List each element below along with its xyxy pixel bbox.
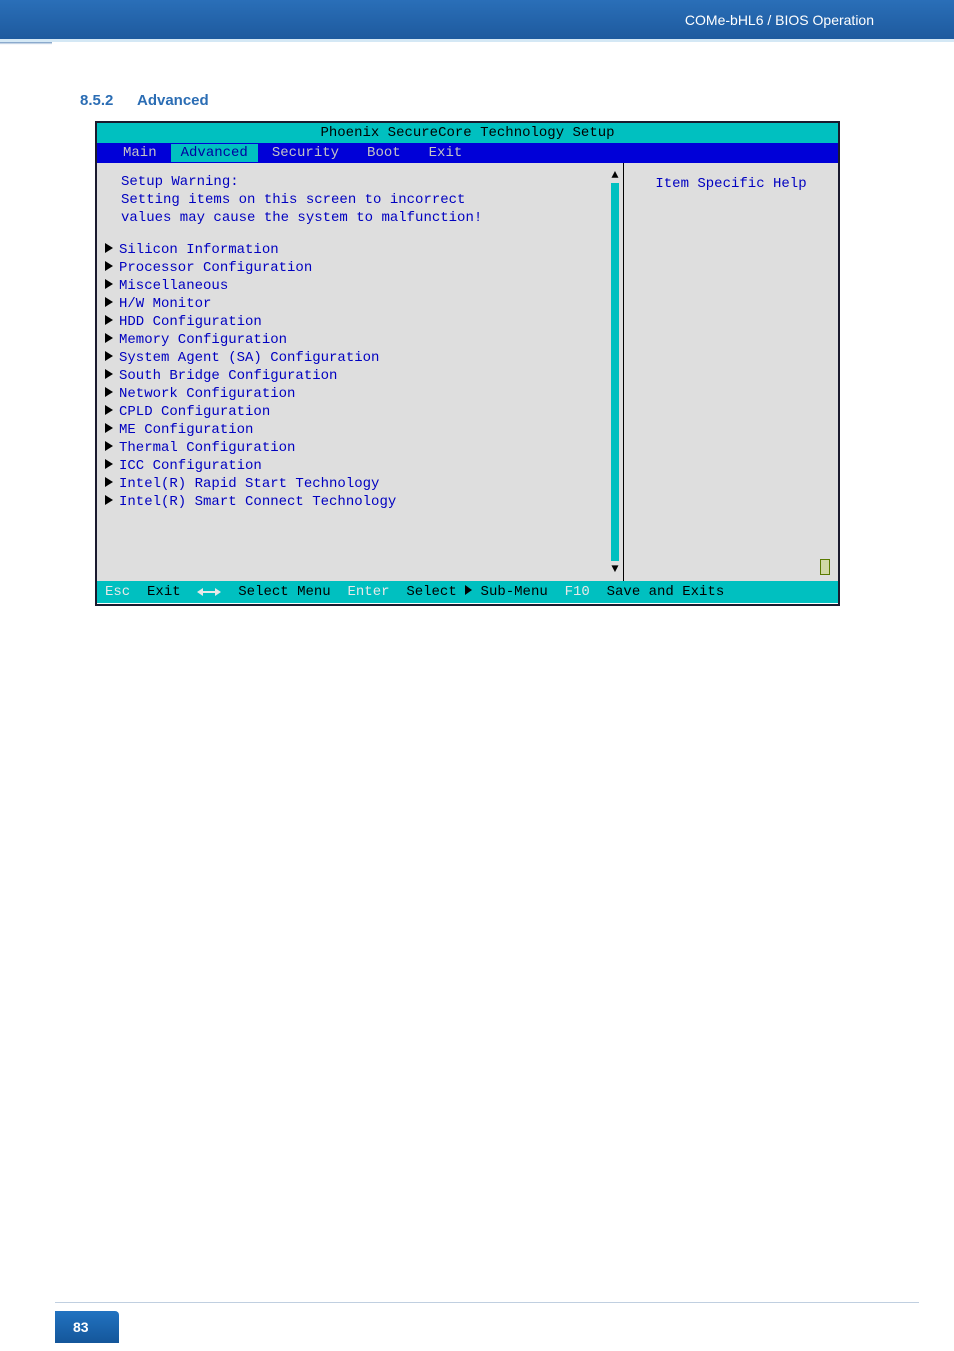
warning-line1: Setting items on this screen to incorrec… (121, 191, 615, 209)
triangle-right-icon (105, 297, 113, 307)
menu-item[interactable]: Memory Configuration (101, 331, 615, 349)
footer-key-f10: F10 (565, 583, 590, 601)
bios-tab-exit[interactable]: Exit (415, 144, 477, 162)
triangle-right-icon (105, 315, 113, 325)
menu-item[interactable]: Network Configuration (101, 385, 615, 403)
bios-help-pane: Item Specific Help (624, 163, 838, 581)
left-margin (0, 0, 52, 1351)
section-number: 8.5.2 (80, 92, 113, 109)
menu-item[interactable]: Intel(R) Smart Connect Technology (101, 493, 615, 511)
triangle-right-icon (105, 495, 113, 505)
menu-item-label: System Agent (SA) Configuration (119, 350, 379, 366)
bios-content: Setup Warning: Setting items on this scr… (97, 163, 624, 581)
footer-label-select-submenu: Select Sub-Menu (406, 583, 547, 601)
bios-tab-security[interactable]: Security (258, 144, 353, 162)
triangle-right-icon (105, 441, 113, 451)
scroll-thumb[interactable] (611, 183, 619, 561)
triangle-right-icon (105, 423, 113, 433)
footer-rule (55, 1302, 919, 1303)
triangle-right-icon (105, 261, 113, 271)
triangle-right-icon (105, 243, 113, 253)
menu-item[interactable]: South Bridge Configuration (101, 367, 615, 385)
triangle-right-icon (105, 333, 113, 343)
triangle-right-icon (105, 369, 113, 379)
help-title: Item Specific Help (632, 175, 830, 193)
bios-titlebar: Phoenix SecureCore Technology Setup (97, 123, 838, 143)
left-right-arrow-icon (197, 588, 221, 596)
menu-item-label: ICC Configuration (119, 458, 262, 474)
triangle-right-icon (105, 387, 113, 397)
menu-item-label: South Bridge Configuration (119, 368, 337, 384)
triangle-right-icon (465, 585, 472, 595)
triangle-right-icon (105, 477, 113, 487)
setup-warning: Setup Warning: Setting items on this scr… (101, 171, 615, 241)
menu-item[interactable]: ICC Configuration (101, 457, 615, 475)
menu-item-label: Network Configuration (119, 386, 295, 402)
warning-title: Setup Warning: (121, 173, 615, 191)
scrollbar[interactable]: ▲ ▼ (610, 169, 620, 575)
menu-item-label: Processor Configuration (119, 260, 312, 276)
footer-label-save-exit: Save and Exits (607, 583, 725, 601)
footer-label-select-menu: Select Menu (238, 583, 330, 601)
help-indicator-icon (820, 559, 830, 575)
menu-item-label: Memory Configuration (119, 332, 287, 348)
menu-item[interactable]: H/W Monitor (101, 295, 615, 313)
menu-item[interactable]: Miscellaneous (101, 277, 615, 295)
scroll-down-icon[interactable]: ▼ (611, 563, 618, 575)
menu-item[interactable]: HDD Configuration (101, 313, 615, 331)
footer-key-esc: Esc (105, 583, 130, 601)
menu-item-label: Intel(R) Rapid Start Technology (119, 476, 379, 492)
triangle-right-icon (105, 459, 113, 469)
bios-body: Setup Warning: Setting items on this scr… (97, 163, 838, 581)
page-number: 83 (55, 1311, 119, 1343)
menu-item-label: Silicon Information (119, 242, 279, 258)
scroll-up-icon[interactable]: ▲ (611, 169, 618, 181)
bios-tab-advanced[interactable]: Advanced (171, 144, 258, 162)
triangle-right-icon (105, 405, 113, 415)
menu-item[interactable]: Processor Configuration (101, 259, 615, 277)
bios-menubar: Main Advanced Security Boot Exit (97, 143, 838, 163)
menu-item-label: Thermal Configuration (119, 440, 295, 456)
menu-item-label: Miscellaneous (119, 278, 228, 294)
warning-line2: values may cause the system to malfuncti… (121, 209, 615, 227)
section-title: Advanced (137, 92, 209, 109)
breadcrumb: COMe-bHL6 / BIOS Operation (685, 12, 874, 28)
menu-item-label: H/W Monitor (119, 296, 211, 312)
menu-item-label: HDD Configuration (119, 314, 262, 330)
footer-label-exit: Exit (147, 583, 181, 601)
triangle-right-icon (105, 279, 113, 289)
menu-item-label: CPLD Configuration (119, 404, 270, 420)
bios-tab-boot[interactable]: Boot (353, 144, 415, 162)
menu-item[interactable]: ME Configuration (101, 421, 615, 439)
triangle-right-icon (105, 351, 113, 361)
menu-item[interactable]: Intel(R) Rapid Start Technology (101, 475, 615, 493)
menu-item[interactable]: System Agent (SA) Configuration (101, 349, 615, 367)
footer-key-enter: Enter (348, 583, 390, 601)
bios-tab-main[interactable]: Main (109, 144, 171, 162)
menu-item-label: ME Configuration (119, 422, 253, 438)
menu-item[interactable]: Silicon Information (101, 241, 615, 259)
section-heading: 8.5.2 Advanced (80, 92, 209, 109)
menu-item-label: Intel(R) Smart Connect Technology (119, 494, 396, 510)
bios-window: Phoenix SecureCore Technology Setup Main… (95, 121, 840, 606)
bios-footer: Esc Exit Select Menu Enter Select Sub-Me… (97, 581, 838, 603)
menu-item[interactable]: Thermal Configuration (101, 439, 615, 457)
menu-item[interactable]: CPLD Configuration (101, 403, 615, 421)
